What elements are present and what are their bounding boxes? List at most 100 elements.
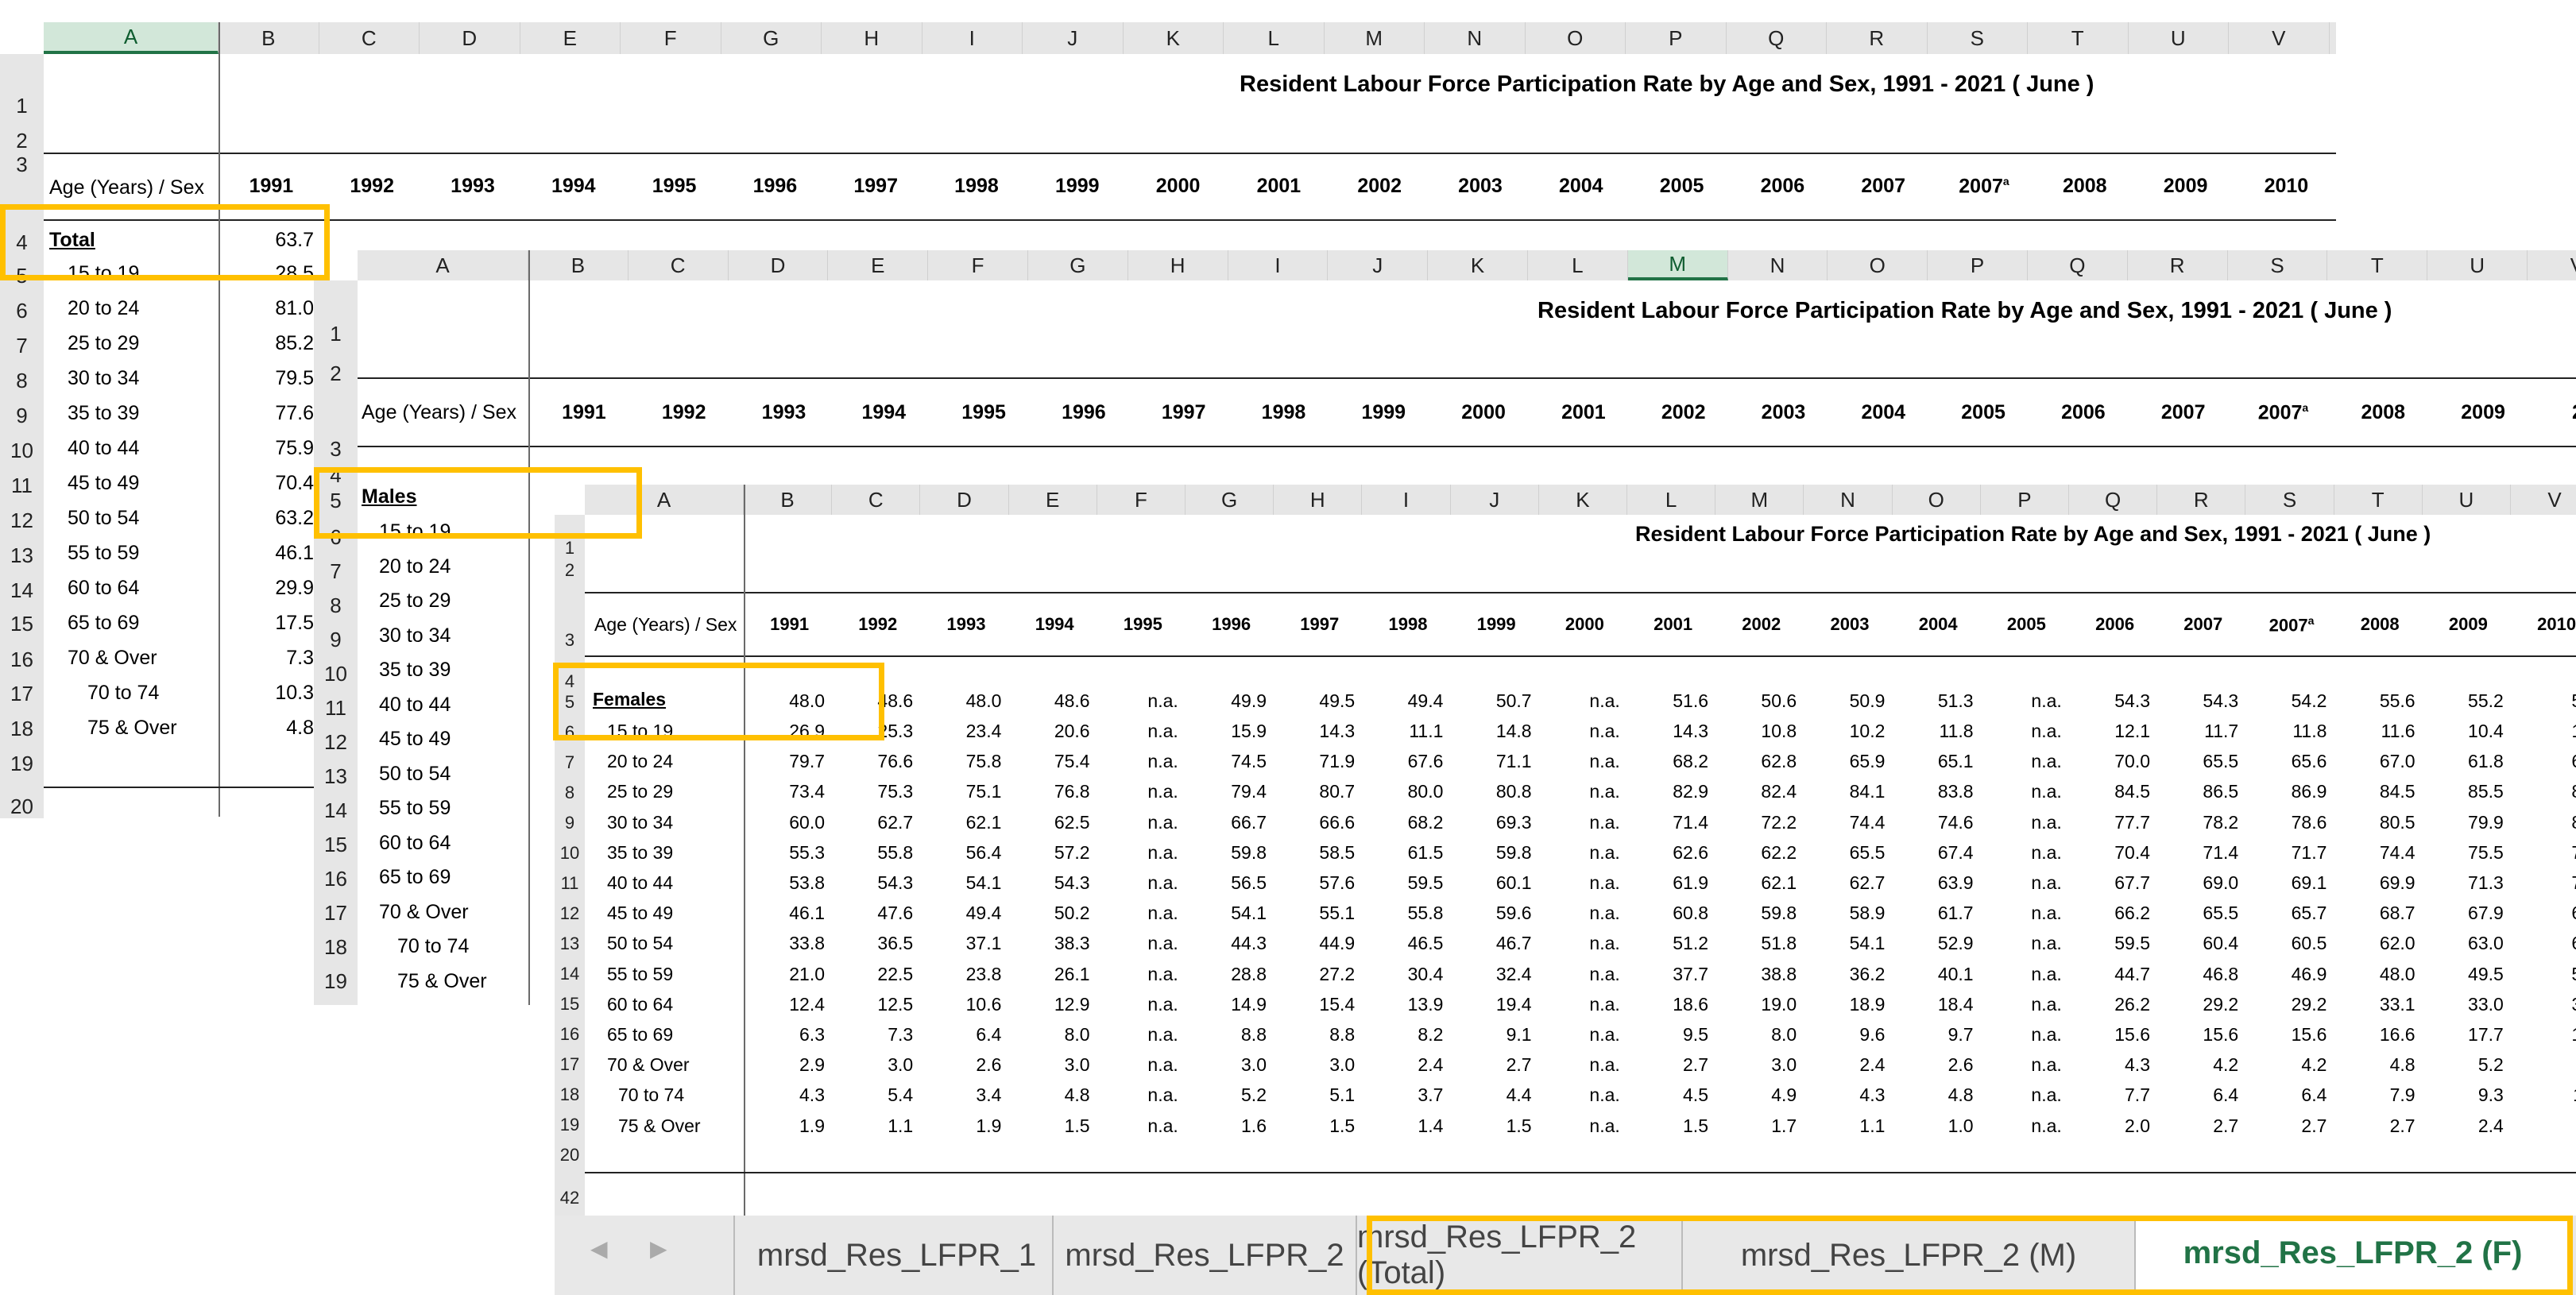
column-header-q[interactable]: Q [2069, 485, 2158, 515]
row-header-18[interactable]: 18 [314, 935, 358, 960]
column-header-c[interactable]: C [832, 485, 921, 515]
column-header-k[interactable]: K [1428, 250, 1528, 280]
column-header-c[interactable]: C [629, 250, 729, 280]
row-header-10[interactable]: 10 [0, 439, 44, 463]
column-header-n[interactable]: N [1728, 250, 1828, 280]
column-header-e[interactable]: E [520, 22, 621, 54]
column-header-k[interactable]: K [1124, 22, 1224, 54]
row-header-3[interactable]: 3 [0, 153, 44, 177]
row-header-3[interactable]: 3 [555, 630, 585, 651]
row-header-42[interactable]: 42 [555, 1188, 585, 1208]
column-header-t[interactable]: T [2334, 485, 2423, 515]
column-header-r[interactable]: R [2128, 250, 2228, 280]
row-header-17[interactable]: 17 [0, 682, 44, 706]
row-header-11[interactable]: 11 [314, 696, 358, 721]
sheet-tab[interactable]: mrsd_Res_LFPR_1 [741, 1216, 1054, 1295]
column-header-p[interactable]: P [1626, 22, 1727, 54]
column-header-u[interactable]: U [2427, 250, 2528, 280]
row-header-2[interactable]: 2 [314, 361, 358, 386]
column-header-f[interactable]: F [928, 250, 1028, 280]
column-header-f[interactable]: F [1097, 485, 1186, 515]
column-header-m[interactable]: M [1325, 22, 1425, 54]
row-header-10[interactable]: 10 [555, 843, 585, 864]
column-header-d[interactable]: D [920, 485, 1009, 515]
row-header-16[interactable]: 16 [314, 867, 358, 891]
row-header-7[interactable]: 7 [0, 334, 44, 358]
row-header-12[interactable]: 12 [314, 730, 358, 755]
column-header-l[interactable]: L [1627, 485, 1716, 515]
column-header-u[interactable]: U [2423, 485, 2511, 515]
column-header-b[interactable]: B [744, 485, 833, 515]
row-header-16[interactable]: 16 [0, 648, 44, 672]
column-header-l[interactable]: L [1224, 22, 1325, 54]
column-header-c[interactable]: C [319, 22, 420, 54]
column-header-k[interactable]: K [1539, 485, 1627, 515]
row-header-2[interactable]: 2 [555, 560, 585, 581]
tab-scroll-left-button[interactable]: ◀ [590, 1235, 608, 1262]
row-header-9[interactable]: 9 [314, 628, 358, 652]
row-header-1[interactable]: 1 [0, 94, 44, 118]
row-header-13[interactable]: 13 [314, 764, 358, 789]
row-header-17[interactable]: 17 [314, 901, 358, 926]
row-header-7[interactable]: 7 [314, 559, 358, 584]
column-header-h[interactable]: H [1274, 485, 1363, 515]
tab-scroll-right-button[interactable]: ▶ [650, 1235, 667, 1262]
row-header-11[interactable]: 11 [0, 474, 44, 498]
row-header-20[interactable]: 20 [555, 1145, 585, 1166]
column-header-h[interactable]: H [822, 22, 922, 54]
column-header-g[interactable]: G [1186, 485, 1274, 515]
column-header-o[interactable]: O [1893, 485, 1981, 515]
row-header-6[interactable]: 6 [0, 299, 44, 323]
row-header-3[interactable]: 3 [314, 437, 358, 462]
row-header-19[interactable]: 19 [555, 1115, 585, 1135]
column-header-m[interactable]: M [1715, 485, 1804, 515]
column-header-s[interactable]: S [1928, 22, 2028, 54]
row-header-17[interactable]: 17 [555, 1054, 585, 1075]
column-header-p[interactable]: P [1981, 485, 2069, 515]
row-header-19[interactable]: 19 [0, 752, 44, 776]
row-header-14[interactable]: 14 [314, 798, 358, 823]
column-header-i[interactable]: I [922, 22, 1023, 54]
column-header-l[interactable]: L [1528, 250, 1628, 280]
column-header-v[interactable]: V [2229, 22, 2330, 54]
row-header-2[interactable]: 2 [0, 129, 44, 153]
column-header-q[interactable]: Q [1727, 22, 1827, 54]
column-header-e[interactable]: E [828, 250, 929, 280]
column-header-n[interactable]: N [1804, 485, 1893, 515]
column-header-o[interactable]: O [1526, 22, 1626, 54]
column-header-r[interactable]: R [2157, 485, 2246, 515]
column-header-n[interactable]: N [1425, 22, 1526, 54]
column-header-j[interactable]: J [1023, 22, 1124, 54]
row-header-16[interactable]: 16 [555, 1024, 585, 1045]
column-header-s[interactable]: S [2228, 250, 2328, 280]
row-header-14[interactable]: 14 [555, 964, 585, 984]
row-header-15[interactable]: 15 [314, 833, 358, 857]
column-header-j[interactable]: J [1328, 250, 1429, 280]
row-header-13[interactable]: 13 [555, 934, 585, 954]
column-header-e[interactable]: E [1009, 485, 1097, 515]
column-header-v[interactable]: V [2511, 485, 2576, 515]
row-header-12[interactable]: 12 [0, 508, 44, 533]
row-header-8[interactable]: 8 [0, 369, 44, 393]
row-header-13[interactable]: 13 [0, 543, 44, 568]
column-header-b[interactable]: B [528, 250, 629, 280]
column-header-s[interactable]: S [2245, 485, 2334, 515]
row-header-14[interactable]: 14 [0, 578, 44, 603]
row-header-12[interactable]: 12 [555, 903, 585, 924]
column-header-d[interactable]: D [420, 22, 520, 54]
column-header-v[interactable]: V [2528, 250, 2576, 280]
column-header-a[interactable]: A [44, 22, 219, 54]
row-header-20[interactable]: 20 [0, 794, 44, 818]
column-header-u[interactable]: U [2129, 22, 2229, 54]
sheet-tab[interactable]: mrsd_Res_LFPR_2 [1054, 1216, 1357, 1295]
row-header-15[interactable]: 15 [0, 612, 44, 636]
row-header-19[interactable]: 19 [314, 969, 358, 994]
row-header-8[interactable]: 8 [314, 593, 358, 618]
column-header-r[interactable]: R [1827, 22, 1928, 54]
column-header-b[interactable]: B [219, 22, 319, 54]
column-header-q[interactable]: Q [2028, 250, 2128, 280]
row-header-15[interactable]: 15 [555, 994, 585, 1015]
column-header-f[interactable]: F [621, 22, 721, 54]
column-header-g[interactable]: G [721, 22, 822, 54]
column-header-g[interactable]: G [1028, 250, 1128, 280]
